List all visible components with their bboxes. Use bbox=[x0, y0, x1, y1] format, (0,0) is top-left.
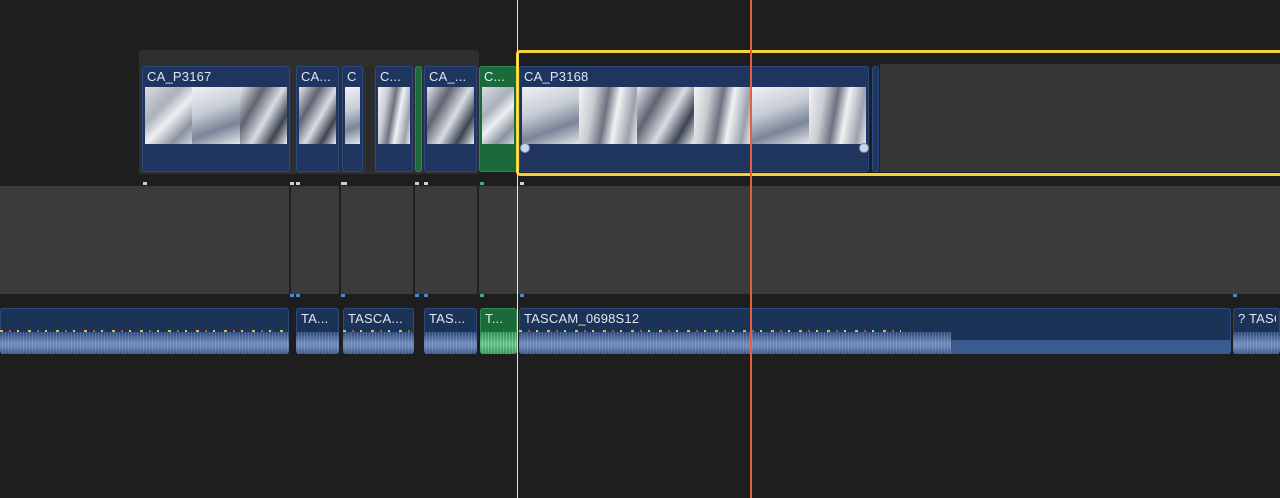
clip-title: CA_... bbox=[429, 69, 467, 84]
video-clip-green[interactable]: C... bbox=[479, 66, 517, 172]
connection-point bbox=[520, 294, 524, 297]
connection-point bbox=[424, 294, 428, 297]
clip-title: CA... bbox=[301, 69, 331, 84]
clip-filmstrip bbox=[299, 87, 336, 144]
connection-point bbox=[290, 294, 294, 297]
connection-point bbox=[296, 182, 300, 185]
lane-cell bbox=[477, 186, 481, 294]
audio-waveform bbox=[424, 332, 477, 354]
audio-clip-tasc[interactable]: ? TASC bbox=[1233, 308, 1280, 354]
clip-title: CA_P3167 bbox=[147, 69, 212, 84]
clip-filmstrip bbox=[378, 87, 410, 144]
clip-filmstrip bbox=[482, 87, 514, 144]
connection-point bbox=[520, 182, 524, 185]
lane-cell bbox=[339, 186, 343, 294]
audio-clip-3[interactable]: TAS... bbox=[424, 308, 477, 354]
clip-title: ? TASC bbox=[1238, 311, 1276, 326]
connection-point bbox=[143, 182, 147, 185]
connection-point bbox=[415, 294, 419, 297]
secondary-lane bbox=[0, 186, 1280, 294]
video-clip-ca-p3167[interactable]: CA_P3167 bbox=[142, 66, 290, 172]
audio-clip-2[interactable]: TASCA... bbox=[343, 308, 414, 354]
video-clip-green-thin[interactable] bbox=[415, 66, 422, 172]
audio-waveform bbox=[296, 332, 339, 354]
connection-point bbox=[480, 182, 484, 185]
lane-cell bbox=[289, 186, 295, 294]
clip-filmstrip bbox=[345, 87, 360, 144]
clip-title: TASCAM_0698S12 bbox=[524, 311, 640, 326]
connection-point bbox=[480, 294, 484, 297]
clip-title: T... bbox=[485, 311, 504, 326]
video-clip-5[interactable]: CA_... bbox=[424, 66, 477, 172]
audio-waveform bbox=[519, 332, 951, 354]
audio-waveform bbox=[1233, 332, 1280, 354]
clip-title: TAS... bbox=[429, 311, 466, 326]
audio-waveform bbox=[343, 332, 414, 354]
connection-point bbox=[1233, 294, 1237, 297]
audio-waveform-quiet bbox=[951, 340, 1231, 354]
connection-point bbox=[341, 294, 345, 297]
lane-cell bbox=[413, 186, 423, 294]
video-clip-3[interactable]: C bbox=[342, 66, 363, 172]
clip-title: C bbox=[347, 69, 357, 84]
audio-waveform bbox=[0, 332, 289, 354]
connection-point bbox=[290, 182, 294, 185]
audio-clip-green[interactable]: T... bbox=[480, 308, 517, 354]
connection-point bbox=[341, 182, 347, 185]
connection-point bbox=[296, 294, 300, 297]
audio-clip-1[interactable]: TA... bbox=[296, 308, 339, 354]
clip-title: C... bbox=[484, 69, 506, 84]
clip-filmstrip bbox=[145, 87, 287, 144]
selection-outline bbox=[516, 50, 1280, 176]
audio-waveform bbox=[480, 332, 517, 354]
video-clip-4[interactable]: C... bbox=[375, 66, 413, 172]
playhead[interactable] bbox=[517, 0, 518, 498]
audio-clip-tascam-0698s12[interactable]: TASCAM_0698S12 bbox=[519, 308, 1231, 354]
clip-title: TASCA... bbox=[348, 311, 403, 326]
skimmer bbox=[750, 0, 752, 498]
audio-clip-left[interactable] bbox=[0, 308, 289, 354]
clip-title: TA... bbox=[301, 311, 329, 326]
clip-filmstrip bbox=[427, 87, 474, 144]
clip-title: C... bbox=[380, 69, 402, 84]
connection-point bbox=[415, 182, 419, 185]
clip-divider bbox=[366, 66, 374, 172]
video-clip-2[interactable]: CA... bbox=[296, 66, 339, 172]
connection-point bbox=[424, 182, 428, 185]
